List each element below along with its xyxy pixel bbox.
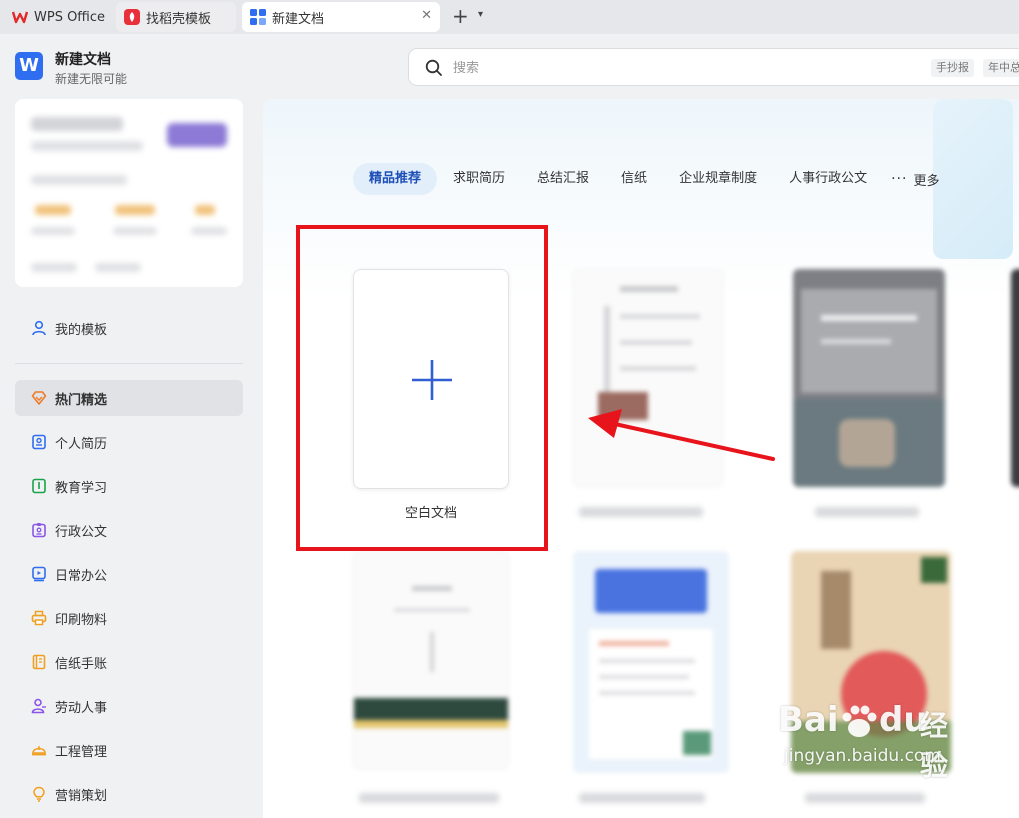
paw-icon [842,705,877,737]
watermark-cn: 经验 [920,709,949,782]
baidu-watermark: Bai du 经验 jingyan.baidu.com [778,700,968,782]
arrow-annotation-icon [588,409,775,461]
watermark-url: jingyan.baidu.com [784,746,941,766]
watermark-brand: Bai [778,700,839,740]
